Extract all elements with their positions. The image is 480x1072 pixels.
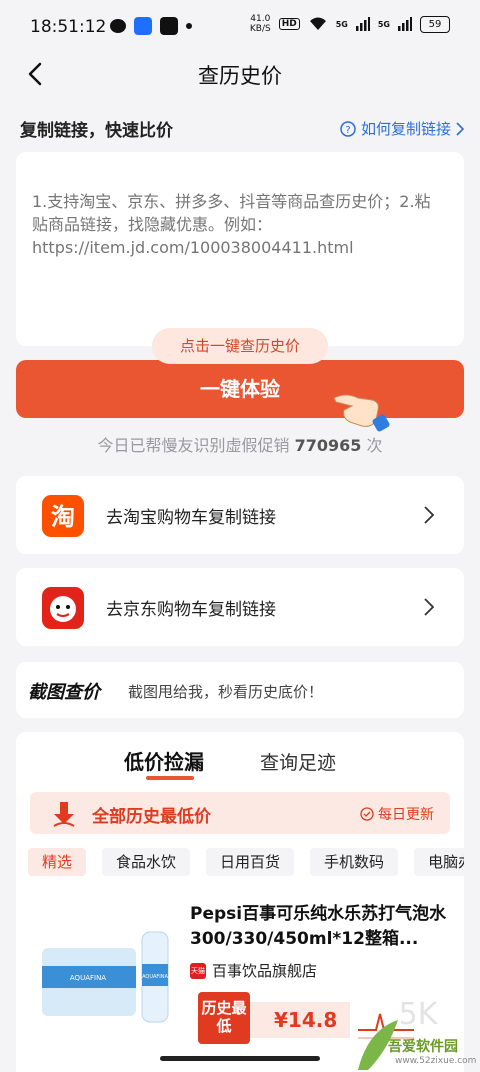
help-circle-icon: ? — [340, 120, 356, 137]
category-chip[interactable]: 电脑办 — [414, 848, 464, 876]
svg-text:AQUAFINA: AQUAFINA — [70, 974, 106, 982]
svg-text:AQUAFINA: AQUAFINA — [142, 974, 168, 980]
message-app-icon — [134, 17, 152, 35]
nav-bar: 查历史价 — [0, 52, 480, 96]
svg-text:淘: 淘 — [51, 503, 75, 531]
daily-update: 每日更新 — [360, 804, 434, 824]
svg-text:?: ? — [345, 125, 350, 136]
signal-5g-icon: 5G — [335, 19, 348, 29]
hd-badge: HD — [278, 18, 300, 30]
tiktok-icon — [160, 17, 178, 35]
tmall-badge: 天猫 — [190, 962, 206, 979]
tab-query-history[interactable]: 查询足迹 — [260, 748, 336, 775]
watermark-text: 吾爱软件园 — [388, 1039, 458, 1055]
signal-bars-icon — [355, 17, 370, 31]
stats-count: 770965 — [294, 436, 362, 455]
check-circle-icon — [360, 807, 374, 821]
stats-prefix: 今日已帮慢友识别虚假促销 — [97, 436, 290, 455]
more-dot-icon — [186, 23, 192, 29]
net-speed: 41.0 KB/S — [249, 14, 271, 34]
how-to-copy-label: 如何复制链接 — [360, 120, 451, 138]
jd-link-label: 去京东购物车复制链接 — [106, 600, 276, 620]
store-name: 天猫 百事饮品旗舰店 — [190, 960, 317, 981]
paste-link-input[interactable] — [32, 190, 436, 270]
pointing-hand-icon — [333, 394, 390, 432]
copy-section-heading: 复制链接，快速比价 — [20, 121, 173, 141]
product-price: ¥14.8 — [246, 1002, 350, 1038]
signal-bars-icon-2 — [398, 17, 412, 31]
screenshot-price-card[interactable]: 截图查价 截图甩给我，秒看历史底价！ — [16, 662, 464, 718]
status-indicators: 41.0 KB/S HD 5G 5G 59 — [250, 14, 450, 34]
how-to-copy-link[interactable]: ? 如何复制链接 — [340, 118, 464, 139]
home-indicator[interactable] — [160, 1056, 320, 1061]
jd-cart-link-card[interactable]: 去京东购物车复制链接 — [16, 568, 464, 646]
status-time: 18:51:12 — [30, 17, 107, 37]
chevron-right-icon — [424, 598, 434, 616]
page-title: 查历史价 — [198, 64, 282, 88]
jd-icon — [42, 587, 84, 629]
taobao-cart-link-card[interactable]: 淘 去淘宝购物车复制链接 — [16, 476, 464, 554]
category-chip[interactable]: 精选 — [28, 848, 87, 876]
down-arrow-icon — [53, 802, 75, 827]
cta-tip-bubble: 点击一键查历史价 — [152, 328, 328, 364]
product-image[interactable]: AQUAFINA AQUAFINA — [38, 928, 172, 1028]
wechat-icon — [110, 19, 126, 33]
svg-text:5K: 5K — [399, 997, 439, 1032]
tab-underline — [146, 776, 194, 780]
category-chip[interactable]: 日用百货 — [206, 848, 295, 876]
taobao-link-label: 去淘宝购物车复制链接 — [106, 508, 276, 528]
taobao-icon: 淘 — [42, 495, 84, 537]
stats-suffix: 次 — [366, 436, 383, 455]
store-label: 百事饮品旗舰店 — [212, 962, 318, 980]
lowest-price-banner: 全部历史最低价 每日更新 — [30, 792, 450, 834]
wifi-icon — [309, 17, 326, 30]
screenshot-title: 截图查价 — [28, 682, 100, 703]
one-click-try-button[interactable]: 一键体验 — [16, 360, 464, 418]
product-title[interactable]: Pepsi百事可乐纯水乐苏打气泡水300/330/450ml*12整箱... — [190, 902, 452, 952]
chevron-right-icon — [456, 121, 464, 136]
signal-5g-icon-2: 5G — [377, 19, 390, 29]
banner-title: 全部历史最低价 — [92, 807, 211, 827]
daily-update-label: 每日更新 — [378, 807, 434, 823]
lowest-price-tag: 历史最低 — [198, 992, 250, 1044]
screenshot-desc: 截图甩给我，秒看历史底价！ — [128, 683, 324, 701]
category-chip[interactable]: 手机数码 — [310, 848, 399, 876]
tab-low-price[interactable]: 低价捡漏 — [124, 746, 204, 775]
status-app-icons — [110, 17, 192, 35]
chevron-right-icon — [424, 506, 434, 524]
watermark-url: www.52zixue.com — [395, 1056, 477, 1066]
status-bar: 18:51:12 41.0 KB/S HD 5G 5G 59 — [0, 0, 480, 56]
category-chips: 精选 食品水饮 日用百货 手机数码 电脑办 — [28, 848, 464, 876]
stats-line: 今日已帮慢友识别虚假促销 770965 次 — [0, 432, 480, 456]
category-chip[interactable]: 食品水饮 — [102, 848, 191, 876]
battery-icon: 59 — [420, 15, 450, 33]
